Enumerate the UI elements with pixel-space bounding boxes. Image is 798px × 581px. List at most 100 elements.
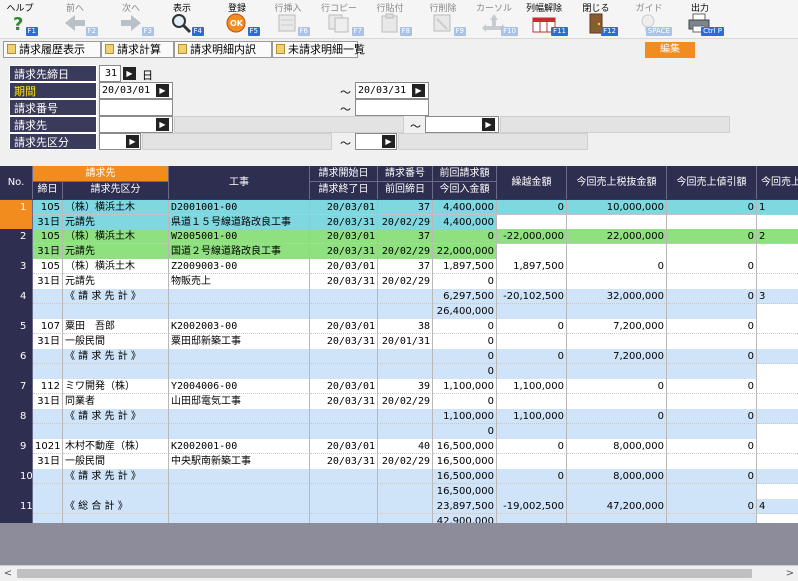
table-cell[interactable]: 20/03/01	[310, 229, 378, 244]
table-cell[interactable]: 0	[497, 469, 567, 484]
table-cell[interactable]: 20/02/29	[378, 454, 433, 469]
table-cell[interactable]: 県道１５号線道路改良工事	[169, 215, 310, 230]
row-number[interactable]: 7	[0, 379, 33, 409]
row-number[interactable]: 2	[0, 229, 33, 259]
table-cell[interactable]	[169, 424, 310, 439]
table-cell[interactable]	[757, 244, 798, 259]
header-sales-more[interactable]: 今回売上	[757, 166, 798, 199]
table-cell[interactable]: 1,100,000	[497, 409, 567, 424]
table-cell[interactable]	[378, 499, 433, 514]
header-invoice-no[interactable]: 請求番号	[378, 166, 433, 182]
table-cell[interactable]: 20/03/01	[310, 439, 378, 454]
table-cell[interactable]	[757, 349, 798, 364]
billing-to-to-picker-button[interactable]: ▶	[482, 118, 495, 131]
header-received[interactable]: 今回入金額	[433, 182, 497, 199]
table-row[interactable]: 6 《 請 求 先 計 》 0 0 7,200,000 0 0	[0, 349, 798, 379]
table-cell[interactable]: 1	[757, 200, 798, 215]
table-cell[interactable]: 0	[497, 200, 567, 215]
table-cell[interactable]	[757, 454, 798, 469]
billing-to-from-picker-button[interactable]: ▶	[156, 118, 169, 131]
table-cell[interactable]: 26,400,000	[433, 304, 497, 319]
table-cell[interactable]: 22,000,000	[567, 229, 667, 244]
table-cell[interactable]	[757, 334, 798, 349]
closing-day-input[interactable]: 31	[99, 65, 121, 82]
closing-day-picker-button[interactable]: ▶	[123, 67, 136, 80]
table-cell[interactable]: -20,102,500	[497, 289, 567, 304]
table-cell[interactable]: 7,200,000	[567, 319, 667, 334]
table-cell[interactable]: 31日	[33, 274, 63, 289]
table-cell[interactable]: 木村不動産（株）	[63, 439, 169, 454]
table-cell[interactable]: 0	[567, 259, 667, 274]
table-row[interactable]: 5 107 粟田 吾郎 K2002003-00 20/03/01 38 0 0 7,200,00…	[0, 319, 798, 349]
table-cell[interactable]	[169, 409, 310, 424]
table-cell[interactable]	[667, 424, 757, 439]
header-work[interactable]: 工事	[169, 166, 310, 199]
table-cell[interactable]: 20/03/31	[310, 244, 378, 259]
cursor-button[interactable]: カーソル F10	[470, 0, 518, 39]
table-cell[interactable]: 0	[667, 200, 757, 215]
table-cell[interactable]	[757, 364, 798, 379]
table-cell[interactable]: 6,297,500	[433, 289, 497, 304]
table-cell[interactable]	[33, 289, 63, 304]
table-cell[interactable]: 一般民間	[63, 454, 169, 469]
table-cell[interactable]	[33, 484, 63, 499]
table-cell[interactable]	[169, 304, 310, 319]
table-cell[interactable]	[567, 274, 667, 289]
table-cell[interactable]: 31日	[33, 394, 63, 409]
table-cell[interactable]	[567, 364, 667, 379]
table-cell[interactable]	[378, 409, 433, 424]
table-cell[interactable]	[567, 424, 667, 439]
table-cell[interactable]	[497, 274, 567, 289]
table-cell[interactable]	[63, 424, 169, 439]
table-cell[interactable]: 4,400,000	[433, 200, 497, 215]
table-cell[interactable]: D2001001-00	[169, 200, 310, 215]
invoice-no-to-input[interactable]	[355, 99, 429, 116]
table-cell[interactable]: 《 請 求 先 計 》	[63, 409, 169, 424]
table-cell[interactable]: 8,000,000	[567, 439, 667, 454]
table-cell[interactable]: 8,000,000	[567, 469, 667, 484]
table-cell[interactable]	[757, 319, 798, 334]
table-cell[interactable]	[310, 349, 378, 364]
table-cell[interactable]	[497, 484, 567, 499]
table-cell[interactable]	[33, 349, 63, 364]
table-cell[interactable]	[567, 244, 667, 259]
table-cell[interactable]: 0	[667, 229, 757, 244]
row-number[interactable]: 11	[0, 499, 33, 523]
table-cell[interactable]	[667, 394, 757, 409]
table-cell[interactable]: 3	[757, 289, 798, 304]
table-cell[interactable]	[497, 514, 567, 523]
table-cell[interactable]: 20/03/01	[310, 200, 378, 215]
register-button[interactable]: 登録 OK F5	[214, 0, 260, 39]
help-button[interactable]: ヘルプ ? F1	[2, 0, 38, 39]
prev-button[interactable]: 前へ F2	[52, 0, 98, 39]
table-cell[interactable]	[667, 484, 757, 499]
table-cell[interactable]	[667, 334, 757, 349]
table-cell[interactable]: 物販売上	[169, 274, 310, 289]
table-cell[interactable]: 105	[33, 229, 63, 244]
table-cell[interactable]: 粟田 吾郎	[63, 319, 169, 334]
row-delete-button[interactable]: 行削除 F9	[420, 0, 466, 39]
table-cell[interactable]: 中央駅南新築工事	[169, 454, 310, 469]
table-cell[interactable]	[497, 304, 567, 319]
table-cell[interactable]: 10,000,000	[567, 200, 667, 215]
table-cell[interactable]: 20/03/01	[310, 379, 378, 394]
table-cell[interactable]	[497, 215, 567, 230]
table-cell[interactable]: 31日	[33, 334, 63, 349]
table-cell[interactable]	[667, 514, 757, 523]
table-row[interactable]: 3 105 （株）横浜土木 Z2009003-00 20/03/01 37 1,897,50…	[0, 259, 798, 289]
column-unfix-button[interactable]: 列幅解除 F11	[520, 0, 568, 39]
table-cell[interactable]	[757, 439, 798, 454]
table-cell[interactable]: 20/03/31	[310, 215, 378, 230]
table-cell[interactable]: 2	[757, 229, 798, 244]
table-cell[interactable]: 16,500,000	[433, 439, 497, 454]
header-sales-ex-tax[interactable]: 今回売上税抜金額	[567, 166, 667, 199]
table-cell[interactable]: 22,000,000	[433, 244, 497, 259]
table-cell[interactable]: 0	[433, 364, 497, 379]
table-cell[interactable]	[63, 364, 169, 379]
table-cell[interactable]	[310, 364, 378, 379]
table-cell[interactable]: 1,100,000	[497, 379, 567, 394]
table-cell[interactable]: 105	[33, 200, 63, 215]
table-cell[interactable]: 40	[378, 439, 433, 454]
table-cell[interactable]: 0	[497, 319, 567, 334]
header-sales-discount[interactable]: 今回売上値引額	[667, 166, 757, 199]
